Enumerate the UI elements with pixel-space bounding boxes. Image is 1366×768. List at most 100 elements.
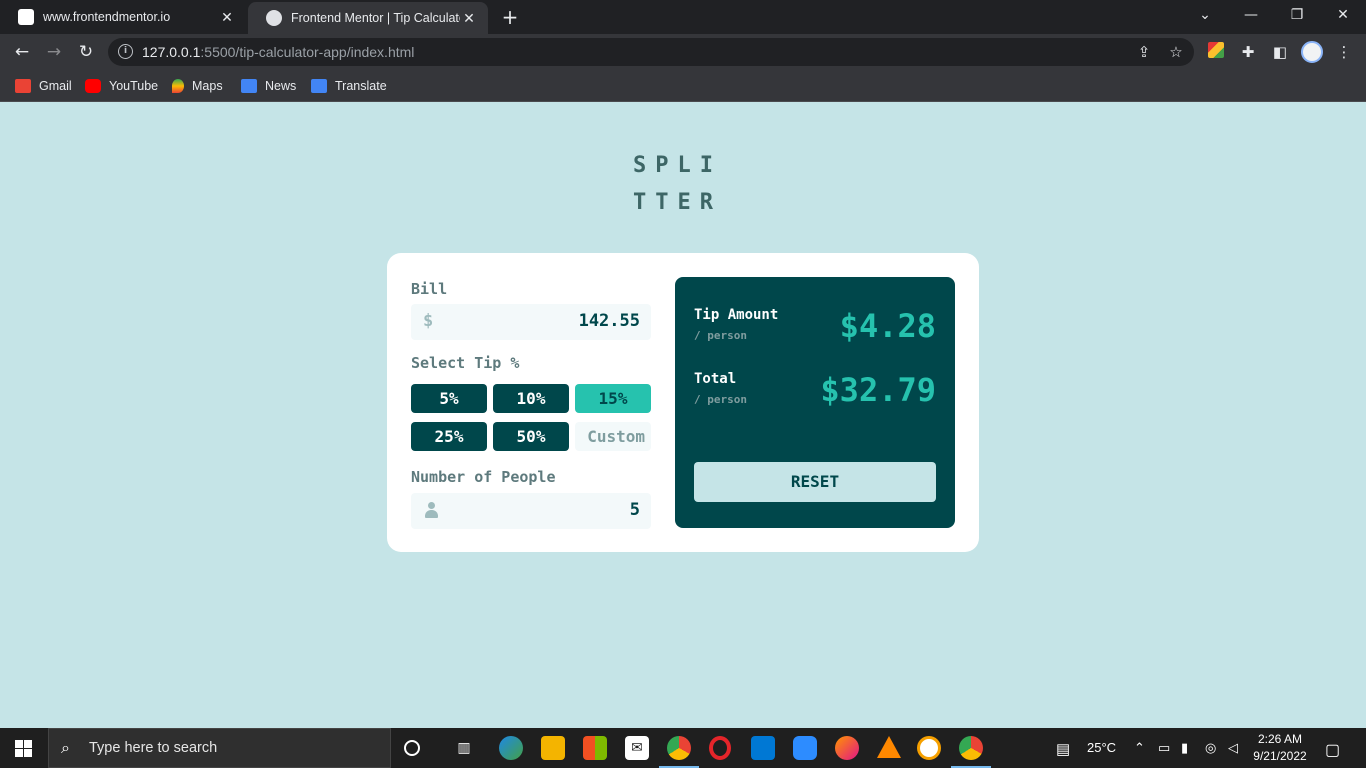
tab-search-chevron-icon[interactable]: ⌄ [1182, 0, 1228, 32]
weather-text[interactable]: 25°C [1087, 740, 1116, 755]
tip-amount-value: $4.28 [839, 307, 936, 345]
battery-icon[interactable]: ▮ [1181, 740, 1188, 756]
store-icon[interactable] [583, 736, 607, 760]
bookmark-label: Maps [192, 79, 223, 93]
page-viewport: SPLI TTER Bill $ 142.55 Select Tip % 5% … [0, 103, 1366, 728]
tab-title: www.frontendmentor.io [43, 10, 171, 24]
custom-tip-input[interactable]: Custom [575, 422, 651, 451]
url-text: 127.0.0.1:5500/tip-calculator-app/index.… [142, 44, 415, 60]
minimize-button[interactable]: — [1228, 0, 1274, 32]
file-explorer-icon[interactable] [541, 736, 565, 760]
cortana-icon[interactable] [404, 740, 420, 756]
show-hidden-icons-icon[interactable]: ⌃ [1134, 740, 1145, 756]
tab-close-icon[interactable]: ✕ [218, 9, 236, 26]
results-panel: Tip Amount / person $4.28 Total / person… [675, 277, 955, 528]
forward-arrow-icon[interactable]: → [40, 38, 68, 66]
reset-button[interactable]: RESET [694, 462, 936, 502]
tab-title: Frontend Mentor | Tip Calculator [291, 11, 460, 25]
task-view-icon[interactable]: ▥ [452, 736, 476, 760]
opera-icon[interactable] [709, 736, 731, 760]
network-globe-icon[interactable]: ◎ [1205, 740, 1216, 756]
new-tab-button[interactable]: + [498, 5, 522, 29]
share-icon[interactable]: ⇪ [1135, 43, 1153, 61]
browser-tab-frontendmentor[interactable]: www.frontendmentor.io ✕ [0, 0, 246, 34]
bookmark-translate[interactable]: Translate [311, 76, 387, 96]
people-label: Number of People [411, 468, 556, 486]
people-value: 5 [629, 500, 640, 520]
close-window-button[interactable]: ✕ [1320, 0, 1366, 32]
bookmark-news[interactable]: News [241, 76, 296, 96]
logo-line-1: SPLI [633, 153, 722, 178]
bookmark-star-icon[interactable]: ☆ [1167, 43, 1185, 61]
taskbar-search-box[interactable]: ⌕ Type here to search [48, 728, 391, 768]
total-sub: / person [694, 393, 747, 406]
person-icon [425, 502, 438, 518]
tip-15-button[interactable]: 15% [575, 384, 651, 413]
windows-start-icon[interactable] [15, 740, 32, 757]
address-bar[interactable]: i 127.0.0.1:5500/tip-calculator-app/inde… [108, 38, 1194, 66]
zoom-icon[interactable] [793, 736, 817, 760]
maps-pin-icon [172, 79, 184, 93]
edge-icon[interactable] [499, 736, 523, 760]
clock-date: 9/21/2022 [1253, 749, 1307, 763]
bookmark-label: YouTube [109, 79, 159, 93]
frontendmentor-favicon-icon [18, 9, 34, 25]
logo-line-2: TTER [633, 190, 722, 215]
splitter-logo: SPLI TTER [633, 147, 743, 221]
bill-label: Bill [411, 280, 448, 298]
bill-input[interactable]: $ 142.55 [411, 304, 651, 340]
bookmark-gmail[interactable]: Gmail [15, 76, 72, 96]
chrome-icon-2[interactable] [959, 736, 983, 760]
browser-tab-tip-calculator[interactable]: Frontend Mentor | Tip Calculator ✕ [248, 2, 488, 34]
firefox-icon[interactable] [835, 736, 859, 760]
bookmark-label: News [265, 79, 297, 93]
volume-icon[interactable]: ◁ [1228, 740, 1238, 756]
bookmark-maps[interactable]: Maps [172, 76, 223, 96]
search-icon: ⌕ [61, 738, 70, 757]
search-placeholder: Type here to search [89, 740, 218, 756]
calculator-card: Bill $ 142.55 Select Tip % 5% 10% 15% 25… [387, 253, 979, 552]
news-icon [241, 79, 257, 93]
tip-10-button[interactable]: 10% [493, 384, 569, 413]
bookmark-label: Gmail [39, 79, 72, 93]
news-widget-icon[interactable]: ▤ [1056, 740, 1070, 758]
translate-icon [311, 79, 327, 93]
site-info-icon[interactable]: i [118, 44, 133, 59]
browser-toolbar: ← → ↻ i 127.0.0.1:5500/tip-calculator-ap… [0, 34, 1366, 70]
tip-50-button[interactable]: 50% [493, 422, 569, 451]
tip-amount-sub: / person [694, 329, 747, 342]
bookmark-youtube[interactable]: YouTube [85, 76, 158, 96]
bill-value: 142.55 [578, 311, 640, 331]
clock-time: 2:26 AM [1257, 732, 1303, 746]
total-value: $32.79 [820, 371, 936, 409]
extensions-puzzle-icon[interactable]: ✚ [1238, 42, 1258, 62]
brave-shield-icon[interactable] [917, 736, 941, 760]
profile-avatar[interactable] [1301, 41, 1323, 63]
tip-25-button[interactable]: 25% [411, 422, 487, 451]
side-panel-icon[interactable]: ◧ [1270, 42, 1290, 62]
tip-5-button[interactable]: 5% [411, 384, 487, 413]
restore-button[interactable]: ❐ [1274, 0, 1320, 32]
back-arrow-icon[interactable]: ← [8, 38, 36, 66]
browser-tab-bar: www.frontendmentor.io ✕ Frontend Mentor … [0, 0, 1366, 34]
reload-icon[interactable]: ↻ [72, 38, 100, 66]
meet-now-icon[interactable]: ▭ [1158, 740, 1170, 756]
notifications-icon[interactable]: ▢ [1325, 740, 1340, 760]
people-input[interactable]: 5 [411, 493, 651, 529]
globe-favicon-icon [266, 10, 282, 26]
dollar-icon: $ [423, 311, 434, 331]
tip-amount-title: Tip Amount [694, 307, 779, 323]
gmail-icon [15, 79, 31, 93]
vscode-icon[interactable] [751, 736, 775, 760]
chrome-icon[interactable] [667, 736, 691, 760]
extension-colorful-icon[interactable] [1206, 42, 1226, 62]
clock[interactable]: 2:26 AM 9/21/2022 [1250, 731, 1310, 765]
tab-close-icon[interactable]: ✕ [460, 10, 478, 27]
mail-icon[interactable]: ✉ [625, 736, 649, 760]
vlc-icon[interactable] [877, 736, 901, 758]
youtube-icon [85, 79, 101, 93]
total-title: Total [694, 371, 737, 387]
windows-taskbar: ⌕ Type here to search ▥ ✉ ▤ 25°C ⌃ ▭ ▮ ◎… [0, 728, 1366, 768]
menu-kebab-icon[interactable]: ⋮ [1334, 42, 1354, 62]
select-tip-label: Select Tip % [411, 354, 520, 372]
